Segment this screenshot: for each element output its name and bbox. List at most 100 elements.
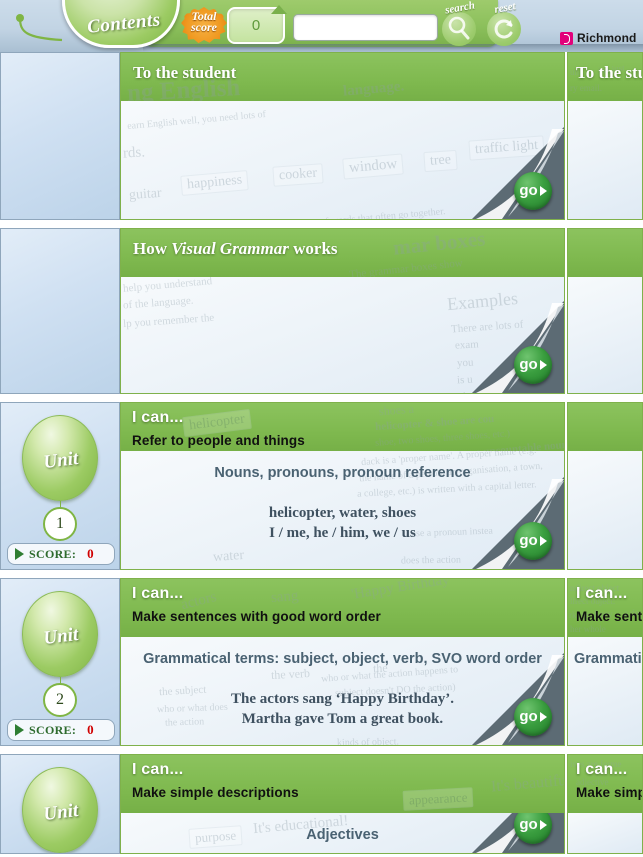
ghost-word: lp you remember the (122, 311, 215, 331)
card-body: dack is a 'proper name'. A proper name (… (121, 451, 564, 569)
contents-wire-decoration (16, 14, 63, 42)
ghost-word: happiness (180, 170, 249, 196)
app-header: Contents Total score 0 search reset Rich… (0, 0, 643, 52)
ghost-text-layer (568, 451, 642, 569)
ghost-word: a college, etc.) is written with a capit… (356, 479, 537, 500)
unit-badge-panel: Unit (0, 754, 120, 854)
adjacent-card-clipped[interactable] (567, 228, 643, 394)
grammar-terms: Adjectives (306, 827, 379, 843)
clipped-i-can-label: I can... (576, 585, 628, 602)
unit-badge-panel: Unit 1 SCORE: 0 (0, 402, 120, 570)
go-button[interactable]: go (514, 172, 552, 210)
intro-row: ng English language. To the student earn En… (0, 52, 643, 220)
ghost-text-layer: actors sang 'Happy Birthday' (121, 579, 564, 637)
ghost-word: you (456, 356, 474, 370)
adjacent-card-clipped[interactable]: uning justry email.g at a photographcert… (567, 52, 643, 220)
unit-list: ng English language. To the student earn En… (0, 52, 643, 854)
i-can-label: I can... (132, 761, 184, 778)
adjacent-card-clipped[interactable]: ives are formeadjectivefriendlyhomelessm… (567, 754, 643, 854)
unit-balloon[interactable]: Unit (22, 415, 98, 501)
ghost-word: 'Happy Birthday' (350, 579, 454, 603)
card-banner: appearance It's beautiful I can... Make sim… (121, 755, 564, 813)
search-input[interactable] (294, 15, 437, 40)
card-body: earn English well, you need lots of rds. g… (121, 101, 564, 219)
unit-row: Unit appearance It's beautiful I can... Make… (0, 754, 643, 854)
ghost-word: rds. (122, 144, 146, 162)
search-field-wrapper[interactable] (293, 14, 438, 41)
ghost-word: shoes a (378, 403, 415, 419)
i-can-label: I can... (132, 585, 184, 602)
unit-card[interactable]: mar boxesThe grammar boxes showyou how t… (120, 228, 565, 394)
reset-button[interactable]: reset (487, 0, 521, 46)
play-triangle-icon (539, 820, 547, 830)
clipped-card-title: To the student (576, 63, 642, 82)
search-button[interactable]: search (442, 0, 476, 46)
go-button[interactable]: go (514, 522, 552, 560)
unit-number: 2 (43, 683, 77, 717)
card-body: help you understand of the language. lp yo… (121, 277, 564, 393)
grammar-terms: Grammatical terms: subject, object, verb… (143, 651, 542, 667)
play-triangle-icon (539, 360, 547, 370)
score-label: SCORE: (29, 546, 77, 561)
clipped-card-banner (568, 229, 642, 277)
unit-balloon[interactable]: Unit (22, 591, 98, 677)
unit-card[interactable]: actors sang 'Happy Birthday' I can... Make s… (120, 578, 565, 746)
clipped-i-can-label: I can... (576, 761, 628, 778)
unit-balloon-label: Unit (42, 447, 80, 474)
ghost-word: language. (342, 78, 405, 100)
clipped-grammar-terms: Grammati (574, 651, 642, 667)
ghost-text-layer (568, 229, 642, 277)
adjacent-card-clipped[interactable]: ndirect object lirect object: rking Lucy a d… (567, 578, 643, 746)
ghost-word: ry email. (570, 83, 602, 93)
unit-card[interactable]: ng English language. To the student earn En… (120, 52, 565, 220)
card-title-part1: How (133, 239, 172, 258)
balloon-string (60, 853, 61, 854)
clipped-card-banner: ndirect object lirect object: rking Lucy a d… (568, 579, 642, 637)
richmond-mark-icon (560, 31, 573, 45)
ghost-text-layer (568, 403, 642, 451)
i-can-statement: Make simple descriptions (132, 785, 299, 800)
card-title-emphasis: Visual Grammar (171, 239, 289, 258)
ghost-word: hope (560, 131, 564, 155)
adjacent-card-clipped[interactable] (567, 402, 643, 570)
i-can-label: I can... (132, 409, 184, 426)
example-sentence: helicopter, water, shoes (268, 505, 417, 521)
unit-card[interactable]: helicopter shoes a helicopter & shoe are c… (120, 402, 565, 570)
score-value: 0 (87, 722, 94, 737)
ghost-word: It's beautiful (490, 771, 564, 796)
ghost-word: exam (454, 338, 480, 352)
unit-balloon-label: Unit (42, 623, 80, 650)
go-button-label: go (519, 182, 538, 199)
go-button-label: go (519, 356, 538, 373)
grammar-terms: Nouns, pronouns, pronoun reference (214, 465, 471, 481)
go-button[interactable]: go (514, 346, 552, 384)
page-curl-decoration (472, 127, 564, 219)
card-title-part2: works (288, 239, 338, 258)
unit-balloon[interactable]: Unit (22, 767, 98, 853)
ghost-text-layer: earn English well, you need lots of rds. g… (121, 101, 564, 219)
unit-card[interactable]: appearance It's beautiful I can... Make sim… (120, 754, 565, 854)
card-banner: ng English language. To the student (121, 53, 564, 101)
page-curl-decoration (472, 301, 564, 393)
go-button-label: go (519, 708, 538, 725)
page-curl-decoration (472, 477, 564, 569)
unit-balloon-label: Unit (42, 799, 80, 826)
go-button[interactable]: go (514, 698, 552, 736)
clipped-card-body: Grammati (568, 637, 642, 745)
ghost-word: is u (456, 373, 473, 387)
unit-score-bar[interactable]: SCORE: 0 (7, 719, 115, 741)
clipped-i-can-statement: Make sent (576, 609, 642, 624)
richmond-wordmark: Richmond (577, 31, 637, 45)
ghost-text-layer (568, 813, 642, 853)
play-triangle-icon (539, 186, 547, 196)
ghost-word: the verb (270, 665, 311, 683)
total-score-badge: Total score (181, 4, 231, 48)
unit-score-bar[interactable]: SCORE: 0 (7, 543, 115, 565)
ghost-word: of the language. (122, 294, 194, 312)
i-can-statement: Make sentences with good word order (132, 609, 381, 624)
clipped-card-banner: ives are formeadjectivefriendlyhomelessm… (568, 755, 642, 813)
ghost-word: appearance (402, 787, 474, 811)
unit-number: 1 (43, 507, 77, 541)
ghost-text-layer (568, 101, 642, 219)
unit-row: Unit 1 SCORE: 0 helicopter shoes a helicopter … (0, 402, 643, 570)
